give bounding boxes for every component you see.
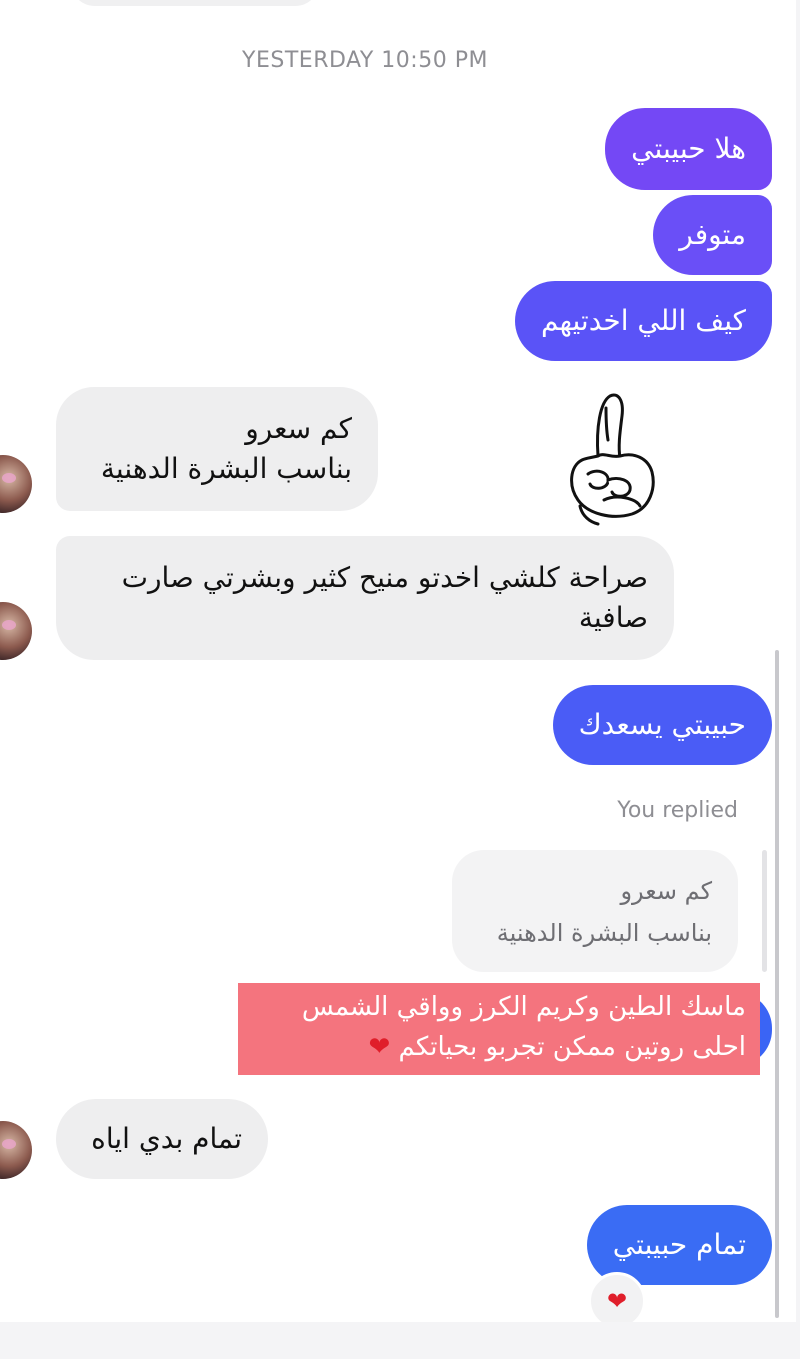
previous-message-bubble[interactable] bbox=[70, 0, 320, 6]
message-text: هلا حبيبتي bbox=[631, 132, 746, 165]
outgoing-message[interactable]: هلا حبيبتي bbox=[605, 108, 772, 190]
message-text: كيف اللي اخدتيهم bbox=[540, 304, 746, 337]
message-text: صراحة كلشي اخدتو منيح كثير وبشرتي صارت ص… bbox=[121, 561, 648, 634]
message-text: حبيبتي يسعدك bbox=[578, 708, 746, 741]
message-text: متوفر bbox=[679, 218, 746, 251]
contact-avatar[interactable] bbox=[0, 1121, 32, 1179]
message-text: تمام حبيبتي bbox=[612, 1228, 746, 1261]
overlay-line-2-text: احلى روتين ممكن تجربو بحياتكم bbox=[398, 1032, 746, 1062]
date-separator: YESTERDAY 10:50 PM bbox=[242, 48, 488, 73]
incoming-message[interactable]: كم سعرو بناسب البشرة الدهنية bbox=[56, 387, 378, 511]
outgoing-message[interactable]: متوفر bbox=[653, 195, 772, 275]
composer-area[interactable] bbox=[0, 1322, 800, 1359]
pointing-finger-sticker-icon[interactable] bbox=[560, 388, 660, 528]
contact-avatar[interactable] bbox=[0, 455, 32, 513]
incoming-message[interactable]: تمام بدي اياه bbox=[56, 1099, 268, 1179]
quote-indicator-bar bbox=[762, 850, 767, 972]
scrollbar[interactable] bbox=[775, 650, 779, 1318]
outgoing-message[interactable]: كيف اللي اخدتيهم bbox=[514, 281, 772, 361]
heart-icon: ❤ bbox=[368, 1032, 391, 1062]
message-text: تمام بدي اياه bbox=[91, 1122, 242, 1155]
quoted-message-text: كم سعرو بناسب البشرة الدهنية bbox=[496, 877, 712, 947]
story-text-overlay: ماسك الطين وكريم الكرز وواقي الشمس احلى … bbox=[238, 983, 760, 1075]
window-edge bbox=[796, 0, 800, 1322]
chat-screen: YESTERDAY 10:50 PM هلا حبيبتي متوفر كيف … bbox=[0, 0, 800, 1359]
incoming-message[interactable]: صراحة كلشي اخدتو منيح كثير وبشرتي صارت ص… bbox=[56, 536, 674, 660]
contact-avatar[interactable] bbox=[0, 602, 32, 660]
outgoing-message[interactable]: حبيبتي يسعدك bbox=[552, 685, 772, 765]
heart-icon: ❤ bbox=[606, 1287, 628, 1315]
overlay-line-2: احلى روتين ممكن تجربو بحياتكم ❤ bbox=[252, 1027, 746, 1067]
message-text: كم سعرو بناسب البشرة الدهنية bbox=[100, 412, 352, 485]
reply-indicator: You replied bbox=[617, 798, 738, 823]
overlay-line-1: ماسك الطين وكريم الكرز وواقي الشمس bbox=[301, 992, 746, 1022]
quoted-message[interactable]: كم سعرو بناسب البشرة الدهنية bbox=[452, 850, 738, 972]
